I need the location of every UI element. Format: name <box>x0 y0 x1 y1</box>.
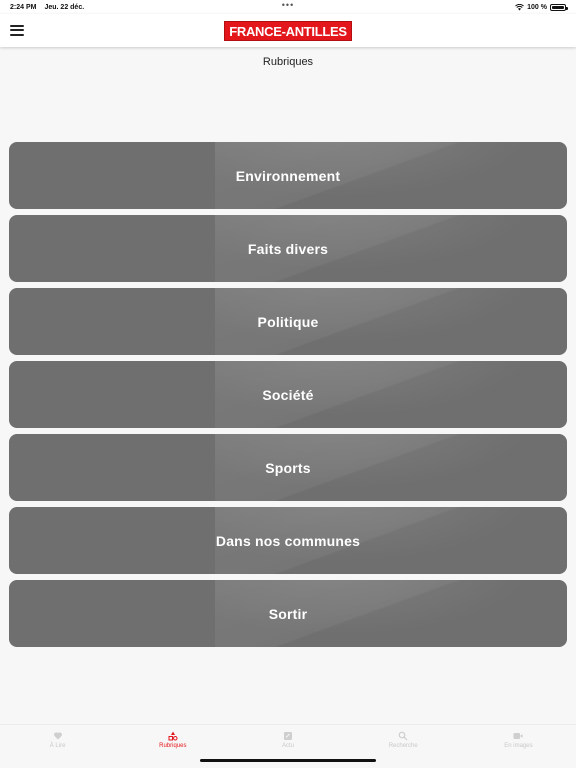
category-label: Sortir <box>268 605 308 622</box>
category-list: Environnement Faits divers Politique Soc… <box>9 142 567 647</box>
menu-line <box>10 29 24 31</box>
category-label: Environnement <box>235 167 341 184</box>
status-time: 2:24 PM <box>10 3 37 11</box>
heart-icon <box>53 732 62 740</box>
menu-line <box>10 33 24 36</box>
tab-label: En images <box>504 743 533 749</box>
category-label: Dans nos communes <box>215 532 361 549</box>
battery-percent: 100 % <box>527 3 547 11</box>
search-icon <box>398 731 408 741</box>
news-icon <box>284 732 292 740</box>
battery-icon <box>550 3 568 11</box>
status-bar: 2:24 PM Jeu. 22 déc. ••• 100 % <box>0 0 576 14</box>
page-title: Rubriques <box>262 56 314 68</box>
category-dans-nos-communes[interactable]: Dans nos communes <box>9 507 567 574</box>
status-right: 100 % <box>515 3 568 11</box>
app-header: France-Antilles <box>0 14 576 47</box>
category-environnement[interactable]: Environnement <box>9 142 567 209</box>
tab-label: À Lire <box>49 743 66 749</box>
category-sports[interactable]: Sports <box>9 434 567 501</box>
tab-label: Actu <box>282 743 295 749</box>
category-societe[interactable]: Société <box>9 361 567 428</box>
home-indicator[interactable] <box>200 759 376 762</box>
status-date: Jeu. 22 déc. <box>44 3 85 11</box>
shapes-icon <box>168 731 178 741</box>
category-label: Sports <box>265 459 311 476</box>
category-politique[interactable]: Politique <box>9 288 567 355</box>
category-label: Politique <box>257 313 319 330</box>
hamburger-menu-button[interactable] <box>10 23 24 37</box>
category-faits-divers[interactable]: Faits divers <box>9 215 567 282</box>
multitasking-dots[interactable]: ••• <box>282 0 294 10</box>
category-label: Société <box>262 386 314 403</box>
tab-a-lire[interactable]: À Lire <box>0 725 115 768</box>
wifi-icon <box>515 3 524 10</box>
video-icon <box>513 733 523 739</box>
category-sortir[interactable]: Sortir <box>9 580 567 647</box>
tab-en-images[interactable]: En images <box>461 725 576 768</box>
tab-label: Rubriques <box>159 743 187 749</box>
category-label: Faits divers <box>247 240 329 257</box>
brand-logo[interactable]: France-Antilles <box>224 20 352 41</box>
tab-label: Recherche <box>388 743 418 749</box>
menu-line <box>10 24 24 27</box>
